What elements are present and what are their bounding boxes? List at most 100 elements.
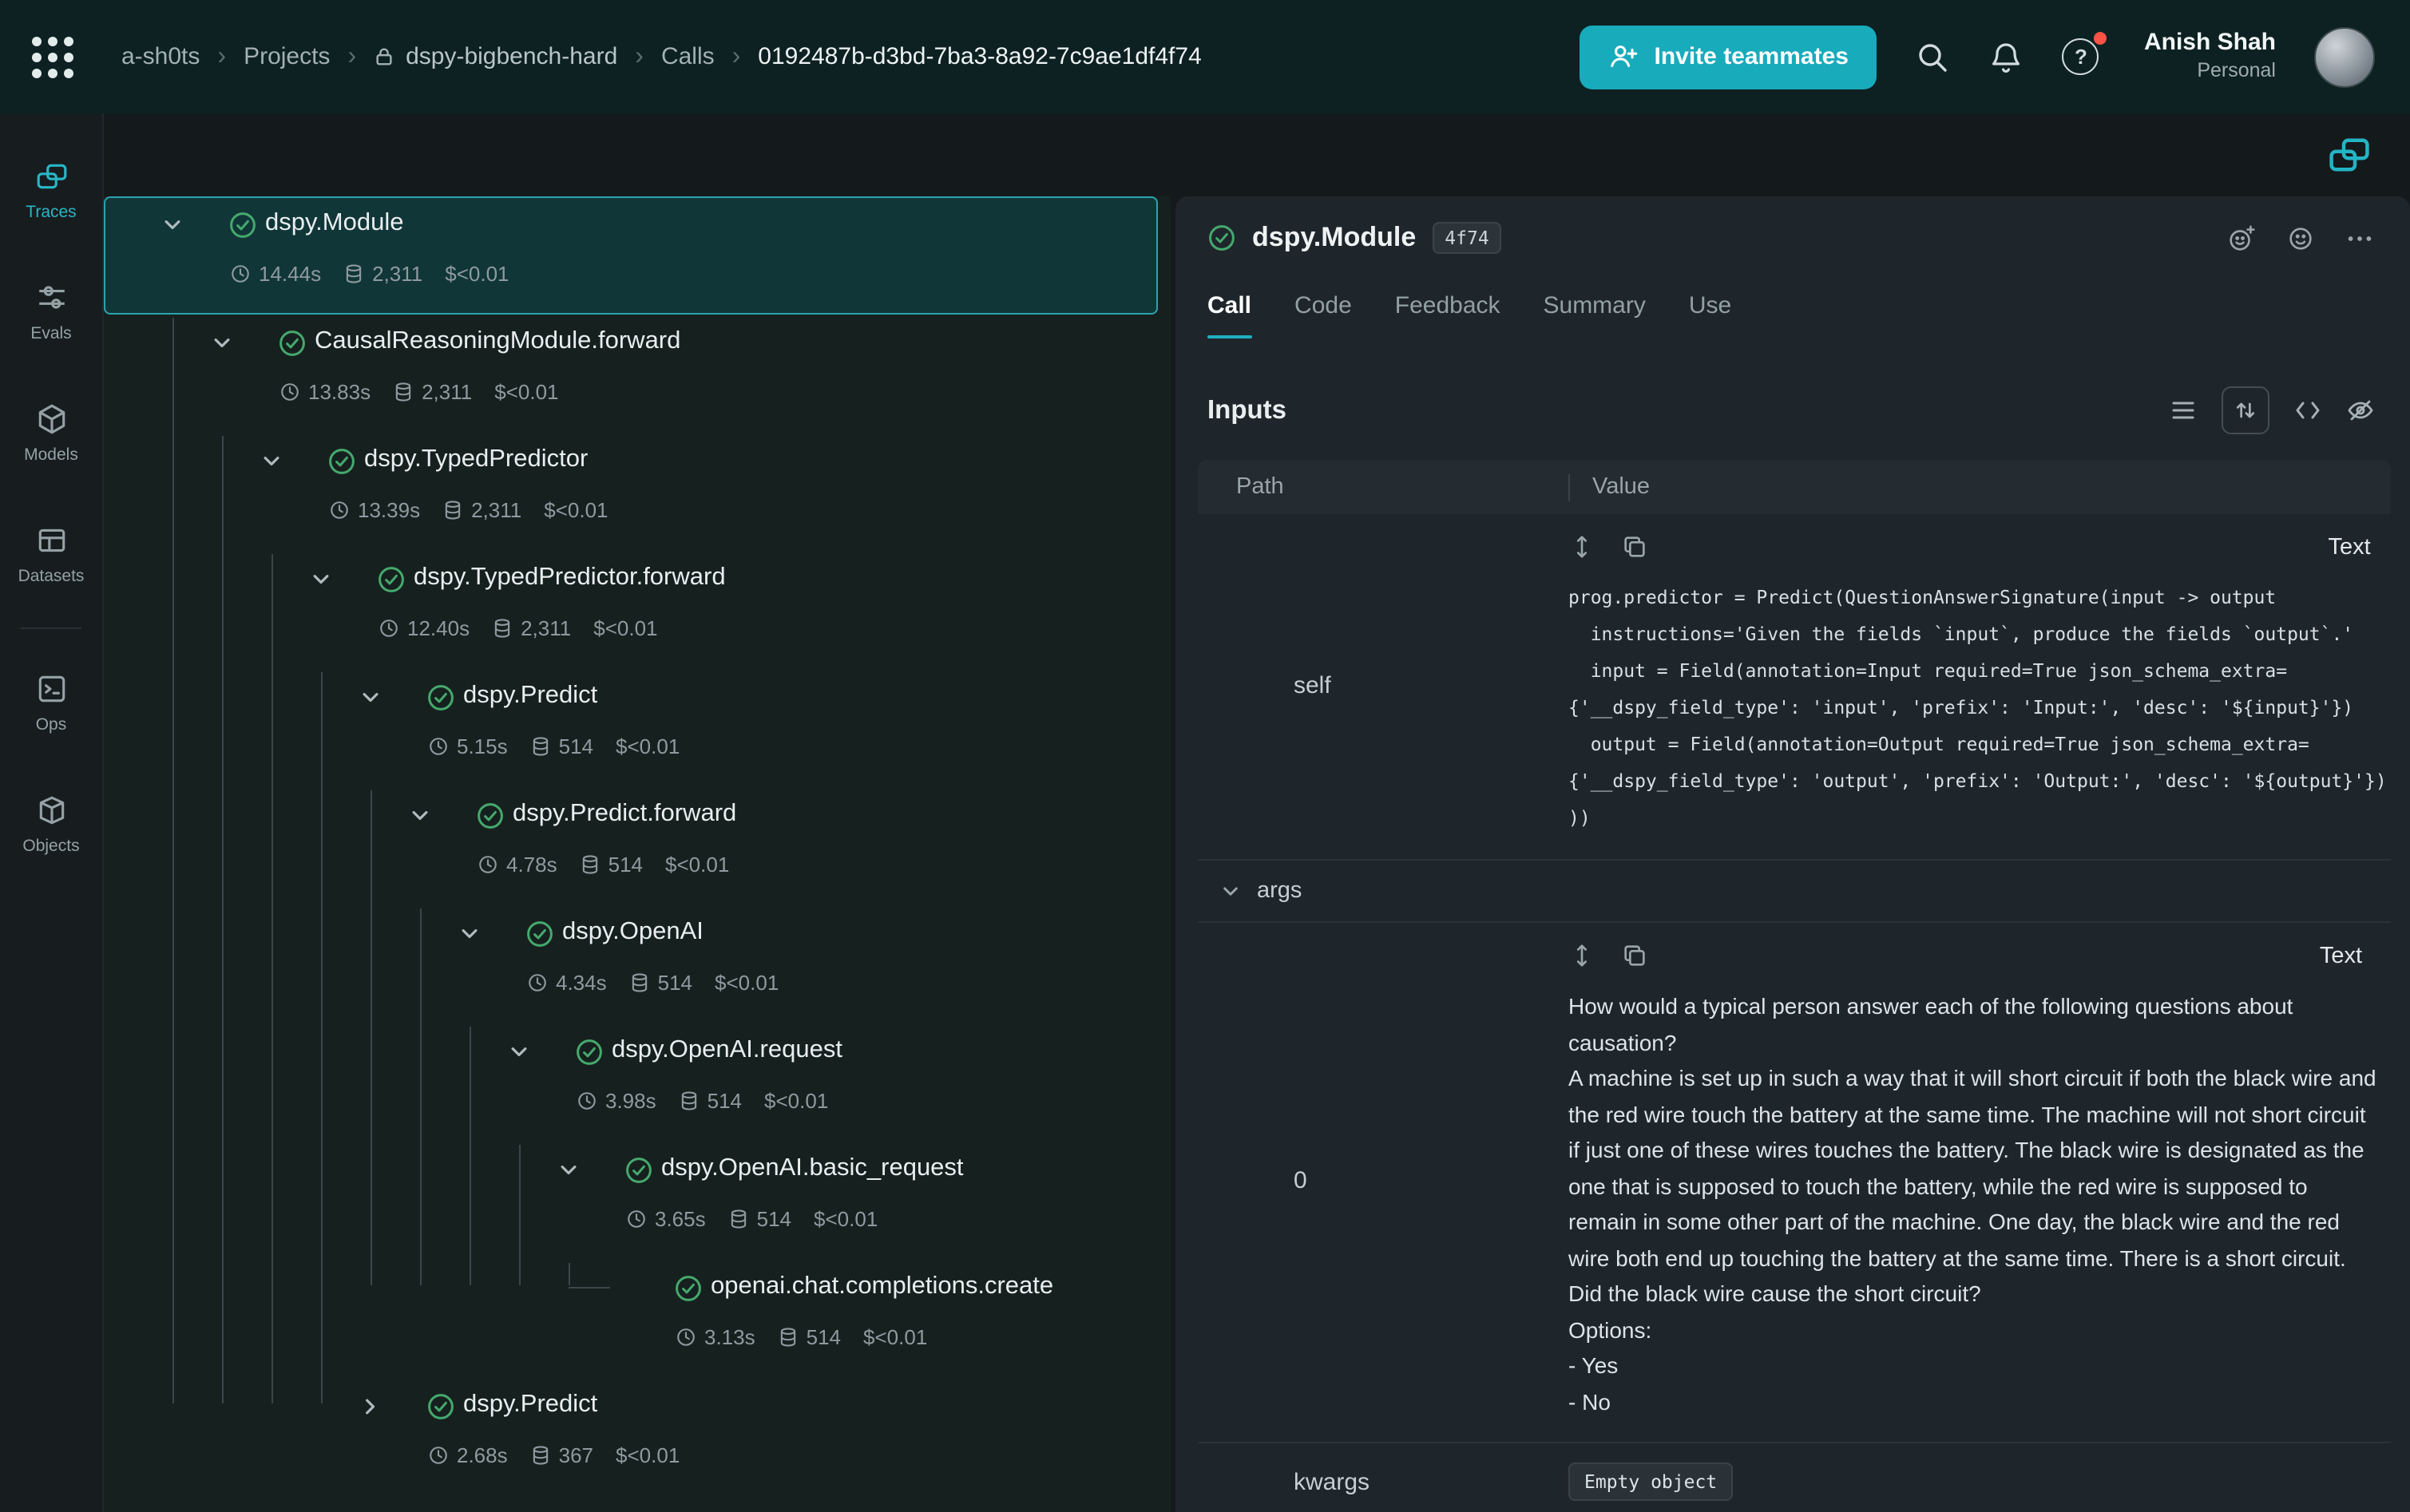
inputs-view-controls: [2169, 386, 2375, 434]
detail-tabs: Call Code Feedback Summary Use: [1175, 292, 2410, 338]
latency-metric: 5.15s: [428, 734, 508, 758]
latency-metric: 4.34s: [527, 971, 607, 995]
latency-metric: 3.98s: [577, 1089, 656, 1113]
trace-row[interactable]: dspy.Predict.forward4.78s514$<0.01: [104, 787, 1158, 905]
format-toggle-text[interactable]: Text: [2329, 534, 2387, 560]
notifications-bell-icon[interactable]: [1989, 39, 2024, 74]
latency-metric: 14.44s: [230, 262, 321, 286]
call-id-badge[interactable]: 4f74: [1432, 222, 1501, 254]
sidebar-item-traces[interactable]: Traces: [0, 129, 102, 251]
add-reaction-icon[interactable]: [2226, 223, 2257, 253]
trace-row[interactable]: dspy.Module14.44s2,311$<0.01: [104, 196, 1158, 315]
tab-summary[interactable]: Summary: [1544, 292, 1646, 338]
panel-layout-toggle-icon[interactable]: [2327, 133, 2372, 177]
objects-box-icon: [34, 793, 68, 826]
sidebar-item-objects[interactable]: Objects: [0, 763, 102, 885]
tab-use[interactable]: Use: [1689, 292, 1731, 338]
trace-row[interactable]: dspy.OpenAI.request3.98s514$<0.01: [104, 1023, 1158, 1142]
chevron-right-icon[interactable]: [359, 1395, 382, 1418]
trace-row[interactable]: dspy.TypedPredictor13.39s2,311$<0.01: [104, 433, 1158, 551]
cost-metric: $<0.01: [593, 616, 657, 640]
invite-teammates-label: Invite teammates: [1655, 43, 1849, 70]
trace-row-title: dspy.Predict: [463, 1391, 597, 1419]
invite-teammates-button[interactable]: Invite teammates: [1580, 25, 1877, 89]
tokens-metric: 514: [728, 1207, 791, 1231]
breadcrumb-team[interactable]: a-sh0ts: [121, 43, 200, 70]
tab-feedback[interactable]: Feedback: [1395, 292, 1500, 338]
hide-values-eye-off-icon[interactable]: [2346, 396, 2375, 425]
empty-object-badge: Empty object: [1568, 1463, 1733, 1501]
tokens-metric: 514: [629, 971, 692, 995]
cost-metric: $<0.01: [616, 1443, 680, 1467]
latency-metric: 12.40s: [379, 616, 470, 640]
chevron-down-icon[interactable]: [508, 1041, 530, 1063]
breadcrumb-projects[interactable]: Projects: [244, 43, 330, 70]
trace-row[interactable]: dspy.OpenAI.basic_request3.65s514$<0.01: [104, 1142, 1158, 1260]
trace-row[interactable]: dspy.Predict5.15s514$<0.01: [104, 669, 1158, 787]
copy-icon[interactable]: [1621, 942, 1648, 969]
help-button[interactable]: ?: [2063, 38, 2099, 75]
sidebar-divider: [21, 627, 81, 629]
search-icon[interactable]: [1916, 39, 1951, 74]
trace-row-metrics: 3.65s514$<0.01: [626, 1207, 878, 1231]
format-toggle-text[interactable]: Text: [2320, 943, 2378, 968]
trace-row[interactable]: dspy.OpenAI4.34s514$<0.01: [104, 905, 1158, 1023]
breadcrumb-calls[interactable]: Calls: [661, 43, 715, 70]
sidebar-item-ops[interactable]: Ops: [0, 642, 102, 763]
avatar[interactable]: [2314, 26, 2375, 87]
chevron-down-icon[interactable]: [458, 923, 481, 945]
chevron-down-icon[interactable]: [161, 214, 184, 236]
feedback-emoji-icon[interactable]: [2285, 223, 2316, 253]
input-row-kwargs: kwargs Empty object: [1198, 1443, 2391, 1512]
chevron-down-icon[interactable]: [310, 568, 332, 591]
expand-rows-button[interactable]: [2222, 386, 2269, 434]
tokens-icon: [343, 263, 364, 284]
breadcrumb-separator: ›: [635, 42, 644, 71]
breadcrumb-call-id[interactable]: 0192487b-d3bd-7ba3-8a92-7c9ae1df4f74: [758, 43, 1202, 70]
chevron-down-icon[interactable]: [211, 332, 233, 354]
tokens-metric: 367: [530, 1443, 593, 1467]
input-path-label: kwargs: [1294, 1469, 1369, 1496]
evals-sliders-icon: [34, 280, 68, 314]
args-collapse-row[interactable]: args: [1198, 861, 2391, 923]
trace-row[interactable]: dspy.Predict2.68s367$<0.01: [104, 1378, 1158, 1496]
wandb-logo-icon[interactable]: [29, 33, 77, 81]
call-detail-panel: dspy.Module 4f74 Call Code Fee: [1175, 196, 2410, 1512]
tokens-icon: [530, 736, 551, 757]
trace-row[interactable]: dspy.TypedPredictor.forward12.40s2,311$<…: [104, 551, 1158, 669]
path-column-header: Path: [1198, 474, 1568, 500]
inputs-table-header: Path Value: [1198, 460, 2391, 514]
expand-value-icon[interactable]: [1568, 533, 1595, 560]
breadcrumb-project[interactable]: dspy-bigbench-hard: [374, 43, 617, 70]
tab-call[interactable]: Call: [1207, 292, 1251, 338]
chevron-down-icon[interactable]: [260, 450, 283, 473]
clock-icon: [428, 736, 449, 757]
trace-row[interactable]: CausalReasoningModule.forward13.83s2,311…: [104, 315, 1158, 433]
status-success-icon: [624, 1156, 653, 1185]
sidebar-item-label: Ops: [36, 714, 67, 734]
trace-row-metrics: 3.13s514$<0.01: [676, 1325, 927, 1349]
code-view-icon[interactable]: [2293, 396, 2322, 425]
status-success-icon: [228, 211, 257, 239]
tab-code[interactable]: Code: [1294, 292, 1352, 338]
sidebar-item-evals[interactable]: Evals: [0, 251, 102, 372]
chevron-down-icon[interactable]: [557, 1159, 580, 1181]
list-view-icon[interactable]: [2169, 396, 2198, 425]
cost-metric: $<0.01: [494, 380, 558, 404]
trace-row[interactable]: openai.chat.completions.create3.13s514$<…: [104, 1260, 1158, 1378]
expand-value-icon[interactable]: [1568, 942, 1595, 969]
input-path-label: 0: [1294, 1167, 1307, 1194]
tokens-icon: [728, 1209, 749, 1229]
user-menu[interactable]: Anish Shah Personal: [2144, 30, 2276, 85]
copy-icon[interactable]: [1621, 533, 1648, 560]
tokens-icon: [778, 1327, 799, 1348]
clock-icon: [230, 263, 251, 284]
traces-layers-icon: [34, 159, 68, 192]
chevron-down-icon[interactable]: [409, 805, 431, 827]
sidebar-item-datasets[interactable]: Datasets: [0, 493, 102, 615]
chevron-down-icon[interactable]: [359, 687, 382, 709]
sidebar-item-models[interactable]: Models: [0, 372, 102, 493]
overflow-menu-icon[interactable]: [2345, 223, 2375, 253]
cost-metric: $<0.01: [814, 1207, 878, 1231]
clock-icon: [577, 1090, 597, 1111]
